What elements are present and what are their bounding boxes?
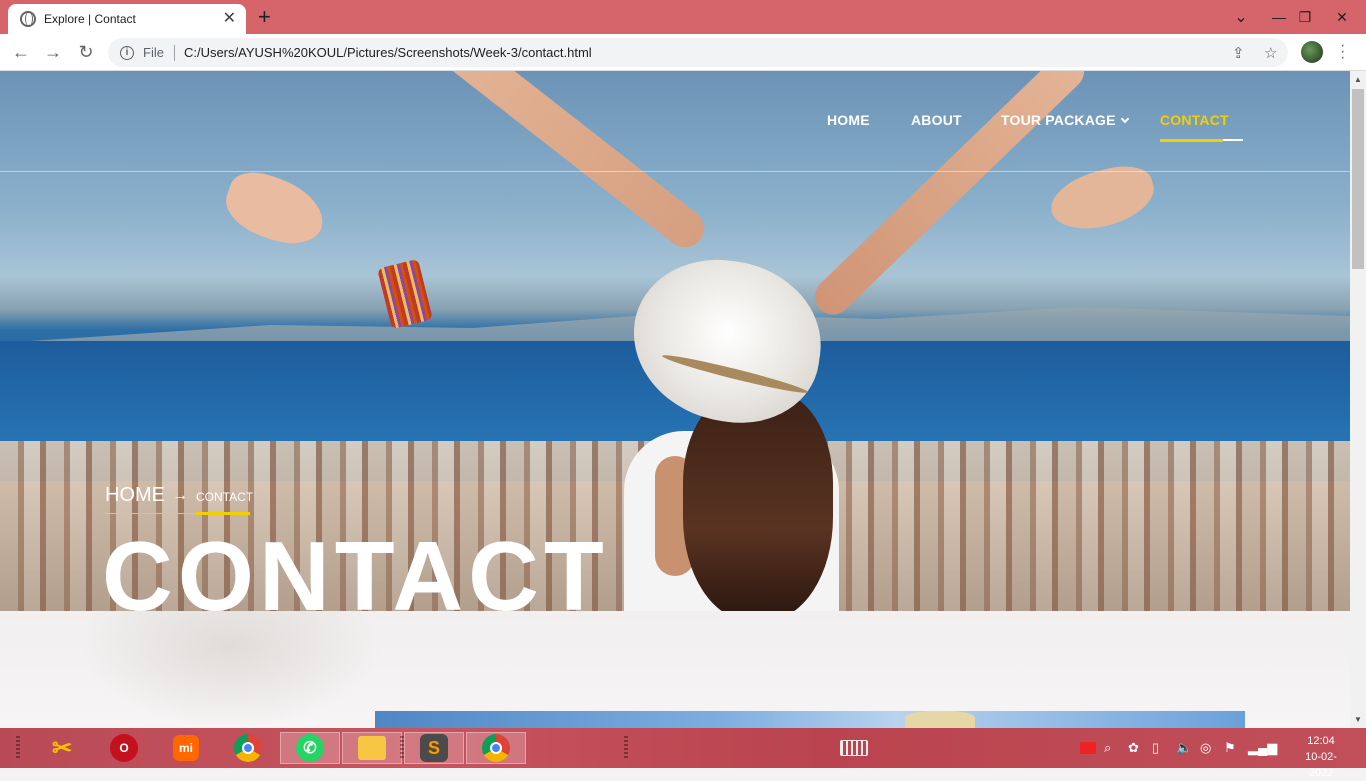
battery-icon[interactable]: ▯	[1152, 728, 1159, 768]
windows-taskbar: ✂ O mi ✆ S ⌕ ✿ ▯ 🔈 ◎ ⚑ ▂▄▆ 12:04 10-02-2…	[0, 728, 1366, 779]
clock-date: 10-02-2022	[1305, 751, 1337, 779]
breadcrumb-current: CONTACT	[196, 490, 254, 504]
breadcrumb-home[interactable]: HOME	[105, 484, 165, 507]
page-title: CONTACT	[102, 521, 609, 611]
sublime-text-icon[interactable]: S	[404, 732, 464, 764]
url-text[interactable]: C:/Users/AYUSH%20KOUL/Pictures/Screensho…	[184, 45, 592, 60]
nav-divider	[0, 171, 1350, 172]
info-icon[interactable]: i	[120, 45, 134, 60]
breadcrumb-current-underline	[196, 512, 250, 515]
profile-avatar[interactable]	[1301, 41, 1323, 63]
whatsapp-icon[interactable]: ✆	[280, 732, 340, 764]
bug-icon[interactable]: ✿	[1128, 728, 1139, 768]
browser-tab-bar: Explore | Contact ✕ + ⌄ — ❐ ✕	[0, 0, 1366, 34]
breadcrumb-arrow-icon: →	[172, 487, 188, 504]
background-faded-image	[80, 611, 380, 728]
scroll-up-icon[interactable]: ▲	[1354, 75, 1362, 84]
content-image-hat	[905, 711, 975, 728]
content-image	[375, 711, 1245, 728]
taskbar-grip[interactable]	[16, 736, 20, 760]
reload-icon[interactable]: ↻	[74, 40, 98, 64]
file-label: File	[143, 45, 164, 60]
taskbar-grip-3[interactable]	[624, 736, 628, 760]
taskbar-clock[interactable]: 12:04 10-02-2022	[1296, 733, 1346, 781]
hero-banner: HOME ABOUT TOUR PACKAGE CONTACT HOME → C…	[0, 71, 1350, 611]
minimize-button[interactable]: —	[1266, 0, 1292, 34]
new-tab-button[interactable]: +	[258, 4, 271, 30]
record-icon[interactable]	[1080, 728, 1096, 768]
tab-title: Explore | Contact	[44, 12, 136, 26]
keyboard-icon[interactable]	[840, 728, 868, 768]
close-tab-icon[interactable]: ✕	[223, 11, 236, 27]
globe-icon	[20, 11, 36, 27]
bookmark-star-icon[interactable]: ☆	[1264, 38, 1277, 67]
address-bar[interactable]: i File C:/Users/AYUSH%20KOUL/Pictures/Sc…	[108, 38, 1288, 67]
nav-home[interactable]: HOME	[827, 112, 870, 132]
network-icon[interactable]: ▂▄▆	[1248, 728, 1277, 768]
scroll-down-icon[interactable]: ▼	[1354, 715, 1362, 724]
hero-right-arm	[807, 71, 1092, 322]
flag-icon[interactable]: ⚑	[1224, 728, 1236, 768]
browser-toolbar: ← → ↻ i File C:/Users/AYUSH%20KOUL/Pictu…	[0, 34, 1366, 71]
hero-woman-hair	[683, 391, 833, 611]
tab-search-button[interactable]: ⌄	[1224, 0, 1258, 34]
search-tray-icon[interactable]: ⌕	[1104, 728, 1111, 768]
restore-button[interactable]: ❐	[1292, 0, 1318, 34]
chevron-down-icon	[1120, 114, 1129, 124]
hero-left-hand	[217, 163, 333, 255]
hero-left-arm	[373, 71, 712, 255]
chrome-active-icon[interactable]	[466, 732, 526, 764]
share-icon[interactable]: ⇪	[1232, 38, 1245, 67]
file-explorer-icon[interactable]	[342, 732, 402, 764]
browser-tab[interactable]: Explore | Contact ✕	[8, 4, 246, 34]
mi-icon[interactable]: mi	[156, 732, 216, 764]
forward-icon[interactable]: →	[41, 40, 65, 64]
nav-about[interactable]: ABOUT	[911, 112, 962, 132]
divider	[173, 44, 175, 61]
nav-tour-package-label: TOUR PACKAGE	[1001, 112, 1116, 128]
nav-contact[interactable]: CONTACT	[1160, 112, 1229, 132]
opera-icon[interactable]: O	[94, 732, 154, 764]
nav-tour-package[interactable]: TOUR PACKAGE	[1001, 112, 1129, 132]
nav-active-underline-accent	[1160, 139, 1223, 142]
hero-bangles	[377, 258, 433, 330]
chrome-icon[interactable]	[218, 732, 278, 764]
web-page: HOME ABOUT TOUR PACKAGE CONTACT HOME → C…	[0, 71, 1350, 728]
close-window-button[interactable]: ✕	[1318, 0, 1366, 34]
back-icon[interactable]: ←	[9, 40, 33, 64]
cool-app-icon[interactable]: ✂	[32, 732, 92, 764]
menu-kebab-icon[interactable]: · · ·	[1340, 38, 1346, 66]
page-scrollbar[interactable]: ▲ ▼	[1350, 71, 1366, 728]
clock-time: 12:04	[1307, 735, 1335, 747]
app-tray-icon[interactable]: ◎	[1200, 728, 1211, 768]
scroll-thumb[interactable]	[1352, 89, 1364, 269]
volume-icon[interactable]: 🔈	[1176, 728, 1192, 768]
